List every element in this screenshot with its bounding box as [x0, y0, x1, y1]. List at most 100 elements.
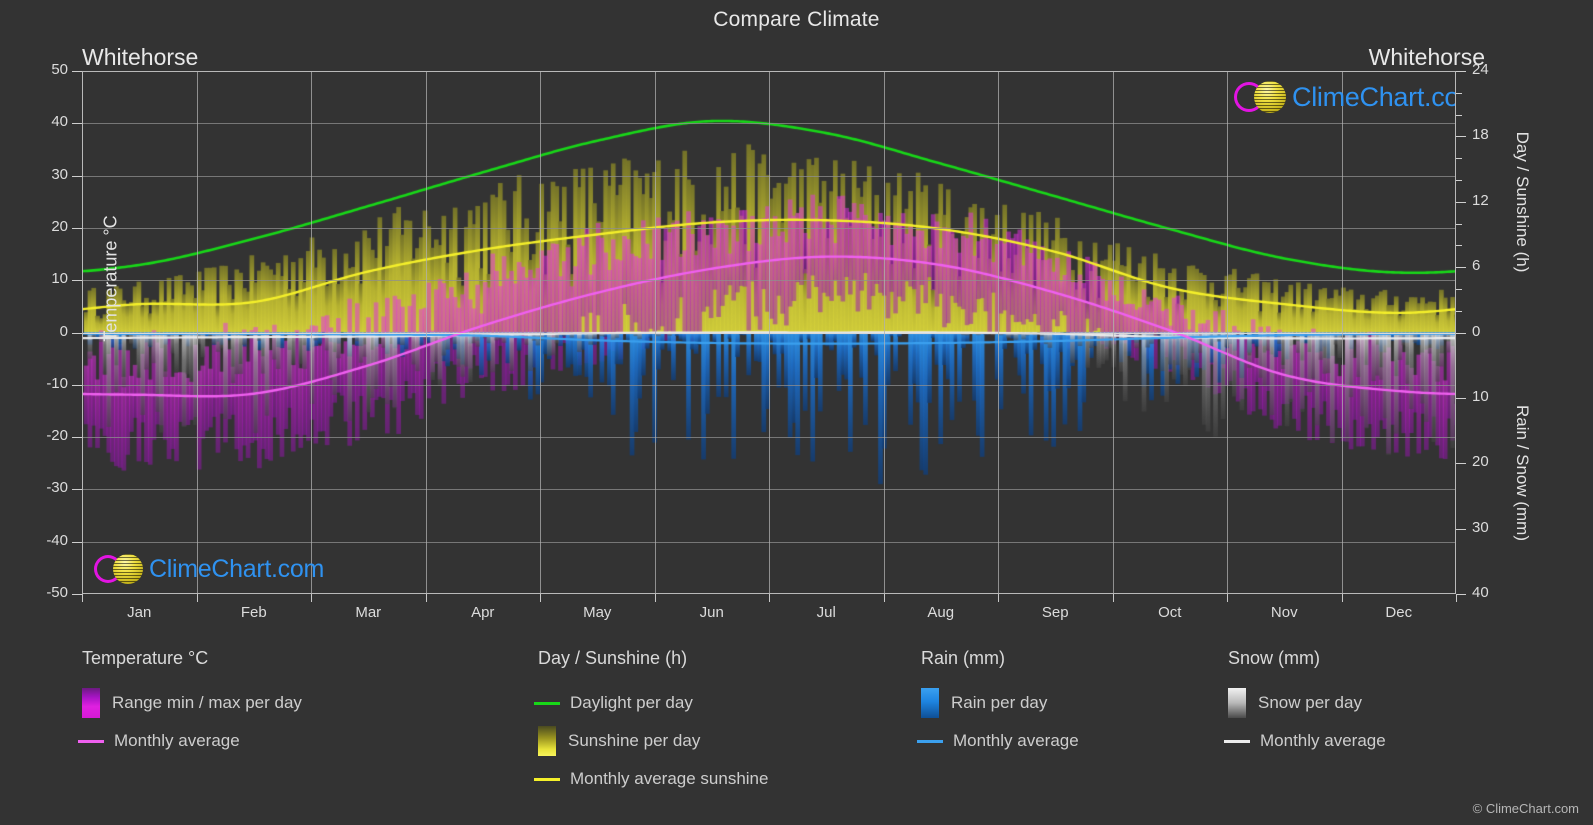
- legend-item-label: Monthly average: [953, 731, 1079, 750]
- y-tick-right-bottom: 10: [1472, 387, 1489, 405]
- y-tick-mark-left: [72, 594, 82, 595]
- legend-item[interactable]: Monthly average: [1224, 722, 1386, 760]
- y-tick-left: 0: [59, 322, 68, 340]
- legend-item[interactable]: Monthly average: [917, 722, 1079, 760]
- x-tick-mark: [425, 594, 427, 602]
- legend-item-label: Monthly average sunshine: [570, 769, 769, 788]
- x-tick-mark: [998, 594, 999, 602]
- x-tick-mark: [311, 594, 312, 602]
- x-tick-feb: Feb: [240, 604, 267, 621]
- legend-item-label: Snow per day: [1258, 693, 1362, 712]
- watermark-text-bottom: ClimeChart.com: [149, 555, 324, 583]
- y-tick-mark-right-minor: [1456, 158, 1462, 160]
- y-tick-mark-right: [1456, 463, 1466, 465]
- y-tick-mark-left: [72, 489, 82, 491]
- page-title: Compare Climate: [713, 8, 880, 31]
- legend-group-snow-mm: Snow (mm) Snow per day Monthly average: [1224, 648, 1386, 760]
- y-axis-title-left: Temperature °C: [100, 215, 121, 342]
- y-tick-mark-left: [72, 175, 82, 177]
- location-label-left: Whitehorse: [82, 44, 199, 70]
- legend-line-icon: [917, 739, 943, 743]
- x-tick-mark: [769, 594, 770, 602]
- chart-gridlines: [82, 71, 1456, 594]
- legend-item[interactable]: Range min / max per day: [82, 684, 302, 722]
- legend-group-temperature-c: Temperature °C Range min / max per day Mon…: [78, 648, 302, 760]
- legend-item[interactable]: Sunshine per day: [538, 722, 768, 760]
- y-tick-mark-right-minor: [1456, 245, 1462, 247]
- x-tick-mark: [1227, 594, 1228, 602]
- legend-item-label: Rain per day: [951, 693, 1048, 712]
- legend-item[interactable]: Snow per day: [1228, 684, 1386, 722]
- y-tick-mark-right: [1456, 201, 1466, 203]
- legend-group-day-sunshine-h: Day / Sunshine (h) Daylight per day Sunshi…: [534, 648, 769, 798]
- y-tick-left: 30: [51, 165, 68, 183]
- x-tick-mark: [540, 594, 541, 602]
- x-tick-nov: Nov: [1270, 604, 1298, 621]
- y-tick-left: -30: [46, 479, 68, 497]
- x-tick-dec: Dec: [1385, 604, 1413, 621]
- y-tick-left: 20: [51, 217, 68, 235]
- legend-group-rain-mm: Rain (mm) Rain per day Monthly average: [917, 648, 1079, 760]
- y-tick-right-top: 6: [1472, 257, 1481, 275]
- x-tick-mark: [1456, 594, 1457, 602]
- x-tick-mark: [1112, 594, 1114, 602]
- y-tick-mark-right-minor: [1456, 179, 1462, 181]
- y-axis-title-right-bottom: Rain / Snow (mm): [1513, 404, 1532, 542]
- legend-group-title: Rain (mm): [921, 648, 1005, 668]
- y-tick-right-top: 18: [1472, 126, 1489, 144]
- y-tick-right-top: 24: [1472, 61, 1489, 78]
- legend-swatch-icon: [921, 688, 939, 718]
- y-tick-mark-right-minor: [1456, 92, 1462, 94]
- y-tick-mark-left: [72, 384, 82, 386]
- y-tick-left: -50: [46, 584, 68, 601]
- y-tick-mark-right: [1456, 528, 1466, 530]
- y-tick-left: 10: [51, 270, 68, 288]
- legend-line-icon: [78, 739, 104, 743]
- legend-group-title: Day / Sunshine (h): [538, 648, 688, 668]
- legend-swatch-icon: [1228, 688, 1246, 718]
- y-axis-title-right-top: Day / Sunshine (h): [1513, 131, 1532, 273]
- y-tick-mark-left: [72, 437, 82, 439]
- y-tick-mark-right-minor: [1456, 288, 1462, 290]
- y-tick-mark-right: [1456, 267, 1466, 269]
- legend-item[interactable]: Monthly average: [78, 722, 302, 760]
- x-tick-jul: Jul: [816, 604, 836, 621]
- y-tick-mark-right: [1456, 71, 1466, 72]
- y-tick-mark-right-minor: [1456, 223, 1462, 225]
- legend-swatch-icon: [82, 688, 100, 718]
- legend-line-icon: [534, 701, 560, 705]
- legend-line-icon: [534, 777, 560, 781]
- legend-item-label: Range min / max per day: [112, 693, 302, 712]
- y-tick-mark-left: [72, 332, 82, 334]
- chart-plot-area[interactable]: ClimeChart.com ClimeChart.com: [82, 71, 1456, 594]
- x-tick-jun: Jun: [699, 604, 724, 621]
- legend-item-label: Daylight per day: [570, 693, 693, 712]
- y-tick-left: -40: [46, 531, 68, 549]
- legend-group-title: Snow (mm): [1228, 648, 1321, 668]
- y-tick-mark-right: [1456, 332, 1466, 334]
- y-tick-mark-left: [72, 227, 82, 229]
- legend-item[interactable]: Rain per day: [921, 684, 1079, 722]
- legend-item-label: Sunshine per day: [568, 731, 701, 750]
- legend-group-title: Temperature °C: [82, 648, 209, 668]
- y-tick-mark-right: [1456, 397, 1466, 399]
- watermark-text-top: ClimeChart.com: [1292, 82, 1456, 112]
- x-tick-mark: [82, 594, 83, 602]
- legend-swatch-icon: [538, 726, 556, 756]
- y-tick-mark-left: [72, 123, 82, 125]
- x-tick-mark: [654, 594, 656, 602]
- x-tick-may: May: [583, 604, 612, 621]
- y-tick-right-bottom: 20: [1472, 453, 1489, 471]
- x-tick-aug: Aug: [927, 604, 955, 621]
- y-tick-left: 40: [51, 113, 68, 131]
- x-tick-mark: [196, 594, 198, 602]
- legend-item[interactable]: Daylight per day: [534, 684, 768, 722]
- y-tick-mark-left: [72, 280, 82, 282]
- x-tick-sep: Sep: [1041, 604, 1069, 621]
- x-tick-mark: [883, 594, 885, 602]
- x-tick-mark: [1341, 594, 1343, 602]
- y-tick-right-bottom: 40: [1472, 584, 1489, 601]
- watermark-logo-bottom: ClimeChart.com: [94, 553, 324, 584]
- legend-item-label: Monthly average: [114, 731, 240, 750]
- legend-item[interactable]: Monthly average sunshine: [534, 760, 769, 798]
